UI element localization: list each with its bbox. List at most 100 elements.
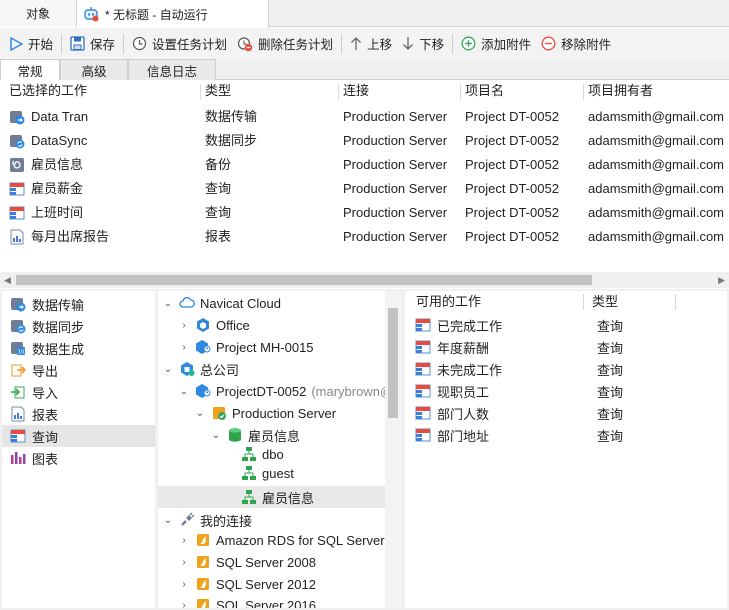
tree-node-project-dt[interactable]: ⌄ ProjectDT-0052 (marybrown@ — [178, 380, 393, 402]
settings-tab-bar: 常规 高级 信息日志 — [0, 59, 729, 81]
column-header-label: 类型 — [592, 294, 619, 309]
save-button[interactable]: 保存 — [65, 31, 120, 57]
project-icon — [195, 317, 211, 333]
table-row[interactable]: DataSync 数据同步 Production Server Project DT-… — [0, 129, 729, 153]
tree-node-navicat-cloud[interactable]: ⌄ Navicat Cloud — [162, 292, 281, 314]
chevron-down-icon[interactable]: ⌄ — [162, 298, 174, 309]
tree-node-conn-2012[interactable]: › SQL Server 2012 — [178, 573, 316, 595]
cell-type: 备份 — [205, 153, 337, 177]
cell-name: 每月出席报告 — [9, 225, 199, 249]
cell-project: Project DT-0052 — [465, 225, 582, 249]
tree-node-label: SQL Server 2012 — [216, 576, 316, 592]
job-name: 已完成工作 — [437, 318, 503, 334]
move-down-button[interactable]: 下移 — [397, 31, 449, 57]
column-header-type[interactable]: 类型 — [205, 80, 339, 104]
job-type: 查询 — [597, 428, 624, 444]
job-type-item[interactable]: 导入 — [2, 381, 155, 403]
tree-node-office[interactable]: › Office — [178, 314, 249, 336]
table-row[interactable]: 每月出席报告 报表 Production Server Project DT-0052… — [0, 225, 729, 249]
automation-tab[interactable]: * 无标题 - 自动运行 — [77, 0, 269, 28]
column-divider — [675, 294, 676, 310]
list-item[interactable]: 年度薪酬 查询 — [405, 336, 727, 358]
list-item[interactable]: 已完成工作 查询 — [405, 314, 727, 336]
company-icon — [179, 361, 195, 377]
column-header-type[interactable]: 类型 — [592, 291, 672, 313]
cell-name: DataSync — [9, 129, 199, 153]
list-item[interactable]: 未完成工作 查询 — [405, 358, 727, 380]
scroll-left-arrow-icon[interactable]: ◀ — [4, 275, 11, 286]
tree-node-conn-2008[interactable]: › SQL Server 2008 — [178, 551, 316, 573]
data-transfer-icon — [10, 296, 26, 312]
chevron-right-icon[interactable]: › — [178, 579, 190, 590]
tab-message-log[interactable]: 信息日志 — [128, 59, 216, 80]
column-header-connection[interactable]: 连接 — [343, 80, 461, 104]
tree-node-label: SQL Server 2016 — [216, 597, 316, 609]
cell-owner: adamsmith@gmail.com — [588, 177, 728, 201]
cell-connection: Production Server — [343, 153, 459, 177]
objects-tab[interactable]: 对象 — [0, 0, 77, 27]
chevron-down-icon[interactable]: ⌄ — [162, 364, 174, 375]
scroll-right-arrow-icon[interactable]: ▶ — [718, 275, 725, 286]
job-type-item[interactable]: 数据生成 — [2, 337, 155, 359]
delete-schedule-button[interactable]: 删除任务计划 — [232, 31, 338, 57]
table-row[interactable]: Data Tran 数据传输 Production Server Project DT… — [0, 105, 729, 129]
list-item[interactable]: 现职员工 查询 — [405, 380, 727, 402]
start-button[interactable]: 开始 — [4, 31, 58, 57]
table-row[interactable]: 雇员薪金 查询 Production Server Project DT-0052 ad… — [0, 177, 729, 201]
tab-advanced[interactable]: 高级 — [60, 59, 128, 80]
job-type-item[interactable]: 数据传输 — [2, 293, 155, 315]
shared-project-icon — [195, 339, 211, 355]
chevron-down-icon[interactable]: ⌄ — [162, 515, 174, 526]
chevron-right-icon[interactable]: › — [178, 320, 190, 331]
chevron-right-icon[interactable]: › — [178, 557, 190, 568]
chevron-down-icon[interactable]: ⌄ — [178, 386, 190, 397]
job-type-item[interactable]: 数据同步 — [2, 315, 155, 337]
cell-name: 雇员信息 — [9, 153, 199, 177]
tree-node-company[interactable]: ⌄ 总公司 — [162, 358, 239, 380]
job-type-item[interactable]: 查询 — [2, 425, 155, 447]
chevron-down-icon[interactable]: ⌄ — [194, 408, 206, 419]
table-row[interactable]: 雇员信息 备份 Production Server Project DT-0052 ad… — [0, 153, 729, 177]
tree-vertical-scrollbar[interactable] — [385, 291, 401, 608]
column-header-project-owner[interactable]: 项目拥有者 — [588, 80, 728, 104]
cell-type: 数据同步 — [205, 129, 337, 153]
scrollbar-thumb[interactable] — [16, 275, 592, 285]
list-item[interactable]: 部门人数 查询 — [405, 402, 727, 424]
column-header-available-job[interactable]: 可用的工作 — [416, 291, 586, 313]
chevron-right-icon[interactable]: › — [178, 600, 190, 609]
job-type-label: 报表 — [32, 407, 59, 423]
table-row[interactable]: 上班时间 查询 Production Server Project DT-0052 ad… — [0, 201, 729, 225]
cell-text: Project DT-0052 — [465, 157, 559, 172]
set-schedule-button[interactable]: 设置任务计划 — [127, 31, 232, 57]
tree-node-conn-2016[interactable]: › SQL Server 2016 — [178, 594, 316, 608]
job-type-item[interactable]: 图表 — [2, 447, 155, 469]
column-header-project[interactable]: 项目名 — [465, 80, 584, 104]
tree-node-schema-employee[interactable]: 雇员信息 — [158, 486, 385, 508]
horizontal-scrollbar[interactable]: ◀ ▶ — [0, 272, 729, 288]
move-up-button[interactable]: 上移 — [345, 31, 397, 57]
cell-text: 报表 — [205, 229, 232, 244]
add-attachment-button[interactable]: 添加附件 — [456, 31, 536, 57]
cell-owner: adamsmith@gmail.com — [588, 153, 728, 177]
minus-circle-icon — [541, 36, 556, 51]
list-item[interactable]: 部门地址 查询 — [405, 424, 727, 446]
chevron-right-icon[interactable]: › — [178, 342, 190, 353]
tab-general[interactable]: 常规 — [0, 59, 60, 81]
remove-attachment-button[interactable]: 移除附件 — [536, 31, 616, 57]
robot-icon — [83, 6, 99, 22]
job-type-item[interactable]: 报表 — [2, 403, 155, 425]
tree-node-conn-rds[interactable]: › Amazon RDS for SQL Server — [178, 529, 384, 551]
chevron-right-icon[interactable]: › — [178, 535, 190, 546]
job-type-item[interactable]: 导出 — [2, 359, 155, 381]
scrollbar-thumb[interactable] — [388, 308, 398, 418]
tree-node-schema-guest[interactable]: guest — [241, 462, 294, 484]
tree-node-my-connections[interactable]: ⌄ 我的连接 — [162, 509, 252, 531]
chevron-down-icon[interactable]: ⌄ — [210, 430, 222, 441]
cell-text: Project DT-0052 — [465, 109, 559, 124]
column-header-label: 连接 — [343, 83, 370, 98]
cell-connection: Production Server — [343, 201, 459, 225]
column-header-selected-job[interactable]: 已选择的工作 — [9, 80, 201, 104]
connection-tree: ⌄ Navicat Cloud › Office › Project MH-00… — [158, 291, 401, 608]
tree-node-production-server[interactable]: ⌄ Production Server — [194, 402, 336, 424]
tree-node-project-mh[interactable]: › Project MH-0015 — [178, 336, 314, 358]
